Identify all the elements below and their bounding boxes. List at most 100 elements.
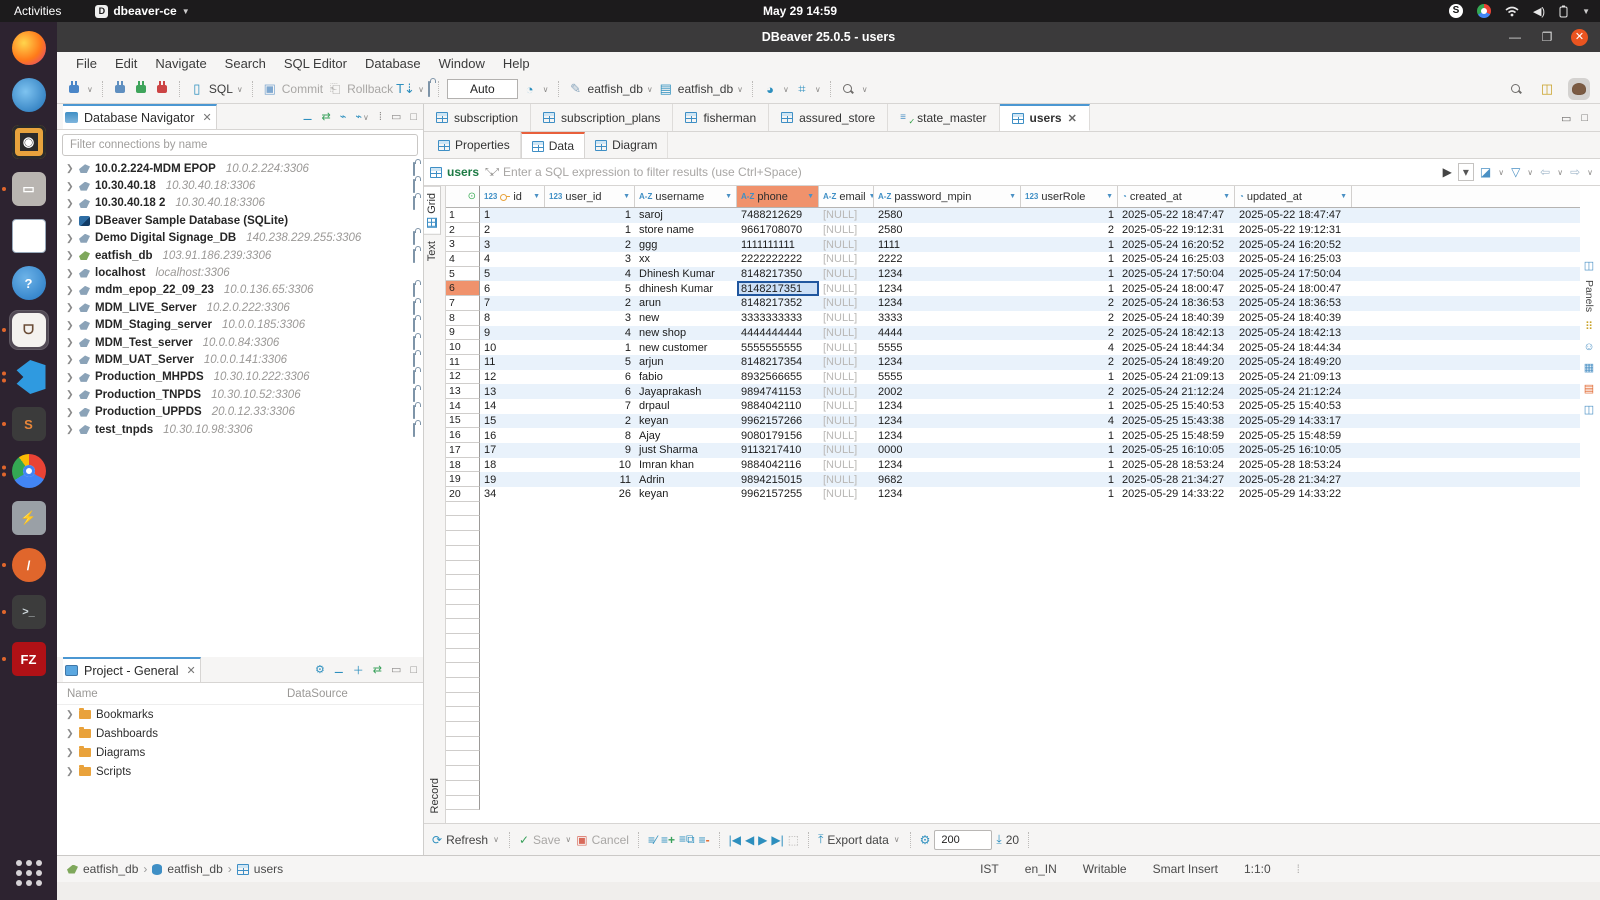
cell-user_id[interactable]: 1 bbox=[545, 208, 635, 223]
connection-demo-digital-signage-db[interactable]: ❯Demo Digital Signage_DB140.238.229.255:… bbox=[57, 230, 423, 247]
row-number[interactable]: 19 bbox=[446, 472, 480, 487]
expander-icon[interactable]: ❯ bbox=[66, 163, 74, 174]
cell-userRole[interactable]: 1 bbox=[1021, 370, 1118, 385]
transaction-mode-icon[interactable]: T⇣ bbox=[396, 81, 414, 97]
sort-dropdown-icon[interactable]: ▼ bbox=[1106, 193, 1113, 200]
filters-caret-icon[interactable]: ∨ bbox=[1526, 168, 1534, 177]
apply-filter-icon[interactable]: ▶ bbox=[1443, 165, 1452, 179]
cell-user_id[interactable]: 2 bbox=[545, 296, 635, 311]
cell-email[interactable]: [NULL] bbox=[819, 458, 874, 473]
cell-username[interactable]: arun bbox=[635, 296, 737, 311]
cell-password_mpin[interactable]: 1234 bbox=[874, 458, 1021, 473]
refresh-button[interactable]: Refresh bbox=[446, 833, 488, 847]
cell-email[interactable]: [NULL] bbox=[819, 237, 874, 252]
column-header-created_at[interactable]: ◔created_at▼ bbox=[1118, 186, 1235, 207]
row-number[interactable]: 17 bbox=[446, 443, 480, 458]
tab-users[interactable]: users✕ bbox=[1000, 104, 1090, 131]
cell-password_mpin[interactable]: 5555 bbox=[874, 370, 1021, 385]
row-number[interactable]: 20 bbox=[446, 487, 480, 502]
rollback-button[interactable]: Rollback bbox=[347, 82, 393, 96]
connect-to-db-icon[interactable]: ⌁ bbox=[340, 110, 347, 123]
row-number[interactable]: 1 bbox=[446, 208, 480, 223]
menu-help[interactable]: Help bbox=[494, 56, 539, 71]
breadcrumb-table[interactable]: users bbox=[254, 862, 283, 876]
row-number[interactable]: 3 bbox=[446, 237, 480, 252]
dock-libreoffice-icon[interactable]: ≣ bbox=[10, 217, 48, 255]
sort-dropdown-icon[interactable]: ▼ bbox=[1340, 193, 1347, 200]
transaction-log-caret-icon[interactable]: ∨ bbox=[542, 85, 550, 94]
column-header-user_id[interactable]: 123user_id▼ bbox=[545, 186, 635, 207]
table-row[interactable]: 15152keyan9962157266[NULL]123442025-05-2… bbox=[446, 414, 1580, 429]
cell-email[interactable]: [NULL] bbox=[819, 384, 874, 399]
sort-dropdown-icon[interactable]: ▼ bbox=[623, 193, 630, 200]
row-number[interactable]: 5 bbox=[446, 267, 480, 282]
project-item-diagrams[interactable]: ❯Diagrams bbox=[57, 743, 423, 762]
menu-search[interactable]: Search bbox=[216, 56, 275, 71]
sql-editor-button[interactable]: SQL bbox=[209, 82, 233, 96]
cell-phone[interactable]: 9884042110 bbox=[737, 399, 819, 414]
cell-username[interactable]: store name bbox=[635, 223, 737, 238]
cell-password_mpin[interactable]: 1234 bbox=[874, 399, 1021, 414]
dock-rhythmbox-icon[interactable]: ◉ bbox=[10, 123, 48, 161]
locale-indicator[interactable]: en_IN bbox=[1025, 862, 1057, 876]
cell-username[interactable]: new customer bbox=[635, 340, 737, 355]
new-connection-wizard-icon[interactable]: ⌁∨ bbox=[355, 110, 369, 123]
link-editor-icon[interactable]: ⇄ bbox=[322, 110, 331, 123]
cell-phone[interactable]: 3333333333 bbox=[737, 311, 819, 326]
cell-created_at[interactable]: 2025-05-25 15:40:53 bbox=[1118, 399, 1235, 414]
cell-email[interactable]: [NULL] bbox=[819, 340, 874, 355]
cell-username[interactable]: saroj bbox=[635, 208, 737, 223]
cell-updated_at[interactable]: 2025-05-22 18:47:47 bbox=[1235, 208, 1352, 223]
cell-updated_at[interactable]: 2025-05-24 17:50:04 bbox=[1235, 267, 1352, 282]
column-header-email[interactable]: A-Zemail▼ bbox=[819, 186, 874, 207]
sql-filter-input[interactable]: Enter a SQL expression to filter results… bbox=[503, 165, 1437, 179]
chrome-tray-icon[interactable] bbox=[1477, 4, 1491, 18]
cell-user_id[interactable]: 2 bbox=[545, 237, 635, 252]
column-header-userRole[interactable]: 123userRole▼ bbox=[1021, 186, 1118, 207]
connection-mdm-uat-server[interactable]: ❯MDM_UAT_Server10.0.0.141:3306 bbox=[57, 351, 423, 368]
project-col-name[interactable]: Name bbox=[57, 688, 287, 700]
cell-username[interactable]: just Sharma bbox=[635, 443, 737, 458]
project-item-scripts[interactable]: ❯Scripts bbox=[57, 762, 423, 781]
edit-row-icon[interactable]: ≡⁄ bbox=[648, 833, 657, 847]
menu-navigate[interactable]: Navigate bbox=[146, 56, 215, 71]
cell-userRole[interactable]: 1 bbox=[1021, 399, 1118, 414]
cell-user_id[interactable]: 11 bbox=[545, 472, 635, 487]
cell-user_id[interactable]: 1 bbox=[545, 223, 635, 238]
column-header-updated_at[interactable]: ◔updated_at▼ bbox=[1235, 186, 1352, 207]
cell-password_mpin[interactable]: 2222 bbox=[874, 252, 1021, 267]
cell-phone[interactable]: 8148217351 bbox=[737, 281, 819, 296]
cell-phone[interactable]: 9894741153 bbox=[737, 384, 819, 399]
row-number[interactable]: 13 bbox=[446, 384, 480, 399]
cell-updated_at[interactable]: 2025-05-22 19:12:31 bbox=[1235, 223, 1352, 238]
save-button[interactable]: Save bbox=[533, 833, 560, 847]
cell-user_id[interactable]: 4 bbox=[545, 267, 635, 282]
project-link-icon[interactable]: ⇄ bbox=[373, 663, 382, 676]
cell-phone[interactable]: 9894215015 bbox=[737, 472, 819, 487]
connection-test-tnpds[interactable]: ❯test_tnpds10.30.10.98:3306 bbox=[57, 421, 423, 438]
nav-back-icon[interactable]: ⇦ bbox=[1540, 165, 1550, 179]
project-expand-icon[interactable]: ＋ bbox=[353, 662, 364, 678]
cell-phone[interactable]: 9962157266 bbox=[737, 414, 819, 429]
cell-username[interactable]: drpaul bbox=[635, 399, 737, 414]
server-tools-caret-icon[interactable]: ∨ bbox=[814, 85, 822, 94]
breadcrumb-connection[interactable]: eatfish_db bbox=[83, 862, 138, 876]
cell-id[interactable]: 17 bbox=[480, 443, 545, 458]
cell-userRole[interactable]: 2 bbox=[1021, 296, 1118, 311]
column-header-id[interactable]: 123id▼ bbox=[480, 186, 545, 207]
close-button[interactable]: ✕ bbox=[1571, 29, 1588, 46]
cell-email[interactable]: [NULL] bbox=[819, 399, 874, 414]
tab-fisherman[interactable]: fisherman bbox=[673, 104, 769, 131]
navigator-close-icon[interactable]: ✕ bbox=[200, 111, 211, 124]
project-item-bookmarks[interactable]: ❯Bookmarks bbox=[57, 705, 423, 724]
tab-assured_store[interactable]: assured_store bbox=[769, 104, 888, 131]
cell-password_mpin[interactable]: 1234 bbox=[874, 267, 1021, 282]
cell-id[interactable]: 13 bbox=[480, 384, 545, 399]
panel-toggle-icon[interactable]: ◫ bbox=[1584, 259, 1594, 272]
table-row[interactable]: 554Dhinesh Kumar8148217350[NULL]12341202… bbox=[446, 267, 1580, 282]
filter-history-dropdown[interactable]: ▾ bbox=[1458, 163, 1474, 181]
sort-dropdown-icon[interactable]: ▼ bbox=[807, 193, 814, 200]
tab-close-icon[interactable]: ✕ bbox=[1068, 112, 1077, 125]
cell-username[interactable]: Adrin bbox=[635, 472, 737, 487]
cell-id[interactable]: 2 bbox=[480, 223, 545, 238]
